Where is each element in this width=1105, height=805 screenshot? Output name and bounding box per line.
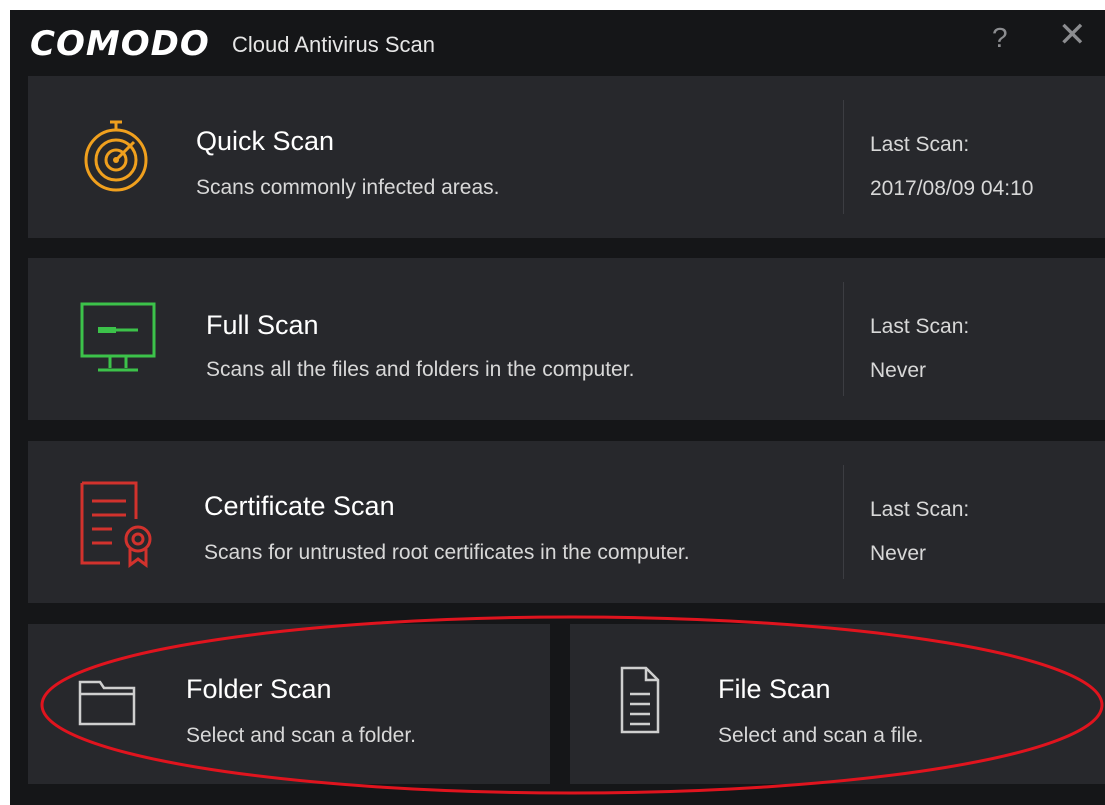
quick-scan-card[interactable]: Quick Scan Scans commonly infected areas… [28,76,1105,238]
certificate-scan-desc: Scans for untrusted root certificates in… [204,541,690,564]
file-scan-desc: Select and scan a file. [718,724,924,747]
help-button[interactable]: ? [992,22,1008,54]
folder-scan-desc: Select and scan a folder. [186,724,416,747]
separator [843,282,844,396]
quick-last-scan-label: Last Scan: [870,133,970,156]
folder-scan-card[interactable]: Folder Scan Select and scan a folder. [28,624,550,784]
certificate-last-scan-value: Never [870,542,927,565]
full-last-scan-value: Never [870,359,927,382]
monitor-icon [76,300,160,385]
quick-scan-desc: Scans commonly infected areas. [196,176,500,199]
target-icon [76,116,156,201]
quick-last-scan-value: 2017/08/09 04:10 [870,177,1034,200]
comodo-logo: COMODO [30,24,210,64]
file-scan-card[interactable]: File Scan Select and scan a file. [570,624,1105,784]
full-scan-desc: Scans all the files and folders in the c… [206,358,635,381]
full-scan-card[interactable]: Full Scan Scans all the files and folder… [28,258,1105,420]
certificate-scan-card[interactable]: Certificate Scan Scans for untrusted roo… [28,441,1105,603]
file-icon [618,664,662,741]
title-bar: COMODO Cloud Antivirus Scan ? ✕ [10,10,1105,76]
folder-scan-title: Folder Scan [186,674,332,704]
certificate-last-scan-label: Last Scan: [870,498,970,521]
scan-window: COMODO Cloud Antivirus Scan ? ✕ Quick Sc… [10,10,1105,805]
full-scan-title: Full Scan [206,310,319,340]
certificate-scan-title: Certificate Scan [204,491,395,521]
full-last-scan-label: Last Scan: [870,315,970,338]
separator [843,100,844,214]
folder-icon [76,678,140,733]
file-scan-title: File Scan [718,674,831,704]
quick-scan-title: Quick Scan [196,126,335,156]
certificate-icon [76,479,156,574]
separator [843,465,844,579]
close-button[interactable]: ✕ [1058,18,1087,52]
app-title: Cloud Antivirus Scan [232,32,435,57]
